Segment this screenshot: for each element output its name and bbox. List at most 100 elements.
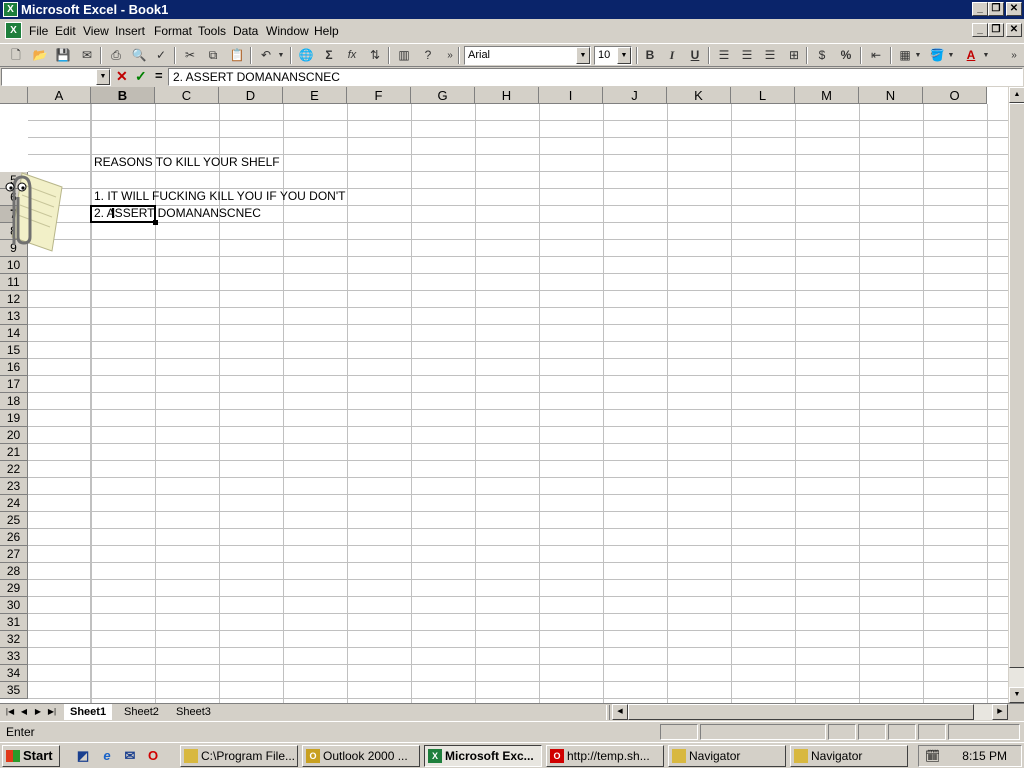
column-header-d[interactable]: D xyxy=(219,87,283,104)
scroll-right-icon[interactable]: ▶ xyxy=(992,704,1008,720)
row-header-11[interactable]: 11 xyxy=(0,274,28,291)
menu-insert[interactable]: Insert xyxy=(115,24,145,38)
decrease-indent-icon[interactable]: ⇤ xyxy=(866,46,886,65)
align-right-icon[interactable]: ☰ xyxy=(760,46,780,65)
doc-close-button[interactable]: ✕ xyxy=(1006,23,1022,37)
row-header-12[interactable]: 12 xyxy=(0,291,28,308)
outlook-express-icon[interactable]: ✉ xyxy=(121,747,139,765)
scroll-down-icon[interactable]: ▼ xyxy=(1009,687,1024,703)
row-header-32[interactable]: 32 xyxy=(0,631,28,648)
column-header-n[interactable]: N xyxy=(859,87,923,104)
scroll-up-icon[interactable]: ▲ xyxy=(1009,87,1024,103)
row-header-35[interactable]: 35 xyxy=(0,682,28,699)
merge-center-icon[interactable]: ⊞ xyxy=(784,46,804,65)
minimize-button[interactable]: _ xyxy=(972,2,988,16)
column-header-h[interactable]: H xyxy=(475,87,539,104)
row-header-10[interactable]: 10 xyxy=(0,257,28,274)
last-sheet-icon[interactable]: ▶| xyxy=(45,705,59,719)
first-sheet-icon[interactable]: |◀ xyxy=(3,705,17,719)
vertical-scroll-thumb[interactable] xyxy=(1009,103,1024,668)
excel-app-icon[interactable]: X xyxy=(3,2,18,17)
edit-formula-button[interactable]: = xyxy=(155,68,163,83)
row-header-13[interactable]: 13 xyxy=(0,308,28,325)
row-header-18[interactable]: 18 xyxy=(0,393,28,410)
task-navigator-1[interactable]: Navigator xyxy=(668,745,786,767)
row-header-33[interactable]: 33 xyxy=(0,648,28,665)
sheet-tab-sheet1[interactable]: Sheet1 xyxy=(64,704,113,720)
row-header-19[interactable]: 19 xyxy=(0,410,28,427)
new-icon[interactable]: 🗋 xyxy=(6,46,26,65)
sheet-tab-sheet2[interactable]: Sheet2 xyxy=(118,704,165,720)
column-header-e[interactable]: E xyxy=(283,87,347,104)
column-header-c[interactable]: C xyxy=(155,87,219,104)
help-icon[interactable]: ? xyxy=(418,46,438,65)
font-size-combo[interactable]: 10 ▼ xyxy=(594,46,632,65)
spelling-icon[interactable]: ✓ xyxy=(151,46,171,65)
cancel-icon[interactable]: ✕ xyxy=(116,68,128,85)
next-sheet-icon[interactable]: ▶ xyxy=(31,705,45,719)
row-header-17[interactable]: 17 xyxy=(0,376,28,393)
open-icon[interactable]: 📂 xyxy=(30,46,50,65)
task-navigator-2[interactable]: Navigator xyxy=(790,745,908,767)
menu-format[interactable]: Format xyxy=(154,24,192,38)
office-assistant-clippy[interactable] xyxy=(0,171,66,253)
prev-sheet-icon[interactable]: ◀ xyxy=(17,705,31,719)
row-header-25[interactable]: 25 xyxy=(0,512,28,529)
cell-b4[interactable]: REASONS TO KILL YOUR SHELF xyxy=(91,154,280,171)
bold-button[interactable]: B xyxy=(640,46,660,65)
active-cell-cursor[interactable] xyxy=(90,205,158,225)
start-button[interactable]: Start xyxy=(2,745,60,767)
percent-style-button[interactable]: % xyxy=(836,46,856,65)
show-desktop-icon[interactable]: ◩ xyxy=(74,747,92,765)
more-buttons-icon[interactable]: » xyxy=(1004,46,1024,65)
row-header-22[interactable]: 22 xyxy=(0,461,28,478)
row-header-28[interactable]: 28 xyxy=(0,563,28,580)
paste-function-icon[interactable]: fx xyxy=(342,46,362,65)
column-header-m[interactable]: M xyxy=(795,87,859,104)
row-header-20[interactable]: 20 xyxy=(0,427,28,444)
save-icon[interactable]: 💾 xyxy=(53,46,73,65)
workbook-icon[interactable]: X xyxy=(5,22,22,39)
more-buttons-icon[interactable]: » xyxy=(440,46,460,65)
row-header-15[interactable]: 15 xyxy=(0,342,28,359)
menu-window[interactable]: Window xyxy=(266,24,309,38)
chevron-down-icon[interactable]: ▼ xyxy=(576,47,590,64)
internet-explorer-icon[interactable]: e xyxy=(98,747,116,765)
row-header-16[interactable]: 16 xyxy=(0,359,28,376)
horizontal-scroll-thumb[interactable] xyxy=(628,704,974,720)
undo-icon[interactable]: ↶ xyxy=(256,46,276,65)
row-header-26[interactable]: 26 xyxy=(0,529,28,546)
row-header-21[interactable]: 21 xyxy=(0,444,28,461)
menu-data[interactable]: Data xyxy=(233,24,258,38)
row-header-31[interactable]: 31 xyxy=(0,614,28,631)
align-left-icon[interactable]: ☰ xyxy=(714,46,734,65)
chevron-down-icon[interactable]: ▼ xyxy=(617,47,631,64)
enter-check-icon[interactable]: ✓ xyxy=(135,68,147,85)
column-header-b[interactable]: B xyxy=(91,87,155,104)
chart-wizard-icon[interactable]: ▥ xyxy=(394,46,414,65)
cell-b6[interactable]: 1. IT WILL FUCKING KILL YOU IF YOU DON'T xyxy=(91,188,345,205)
select-all-corner[interactable] xyxy=(0,87,28,104)
italic-button[interactable]: I xyxy=(662,46,682,65)
column-header-j[interactable]: J xyxy=(603,87,667,104)
menu-help[interactable]: Help xyxy=(314,24,339,38)
menu-edit[interactable]: Edit xyxy=(55,24,76,38)
tab-split-handle[interactable] xyxy=(606,705,610,720)
sort-ascending-icon[interactable]: ⇅ xyxy=(365,46,385,65)
borders-dropdown-icon[interactable]: ▼ xyxy=(913,46,923,65)
row-header-14[interactable]: 14 xyxy=(0,325,28,342)
close-button[interactable]: ✕ xyxy=(1006,2,1022,16)
menu-view[interactable]: View xyxy=(83,24,109,38)
fill-dropdown-icon[interactable]: ▼ xyxy=(946,46,956,65)
vertical-scrollbar[interactable]: ▲ ▼ xyxy=(1008,87,1024,703)
column-header-i[interactable]: I xyxy=(539,87,603,104)
task-opera[interactable]: O http://temp.sh... xyxy=(546,745,664,767)
row-header-27[interactable]: 27 xyxy=(0,546,28,563)
opera-icon[interactable]: O xyxy=(144,747,162,765)
formula-input[interactable]: 2. ASSERT DOMANANSCNEC xyxy=(168,68,1023,86)
print-icon[interactable]: ⎙ xyxy=(106,46,126,65)
fill-handle[interactable] xyxy=(153,220,158,225)
menu-tools[interactable]: Tools xyxy=(198,24,226,38)
column-header-g[interactable]: G xyxy=(411,87,475,104)
clock[interactable]: 8:15 PM xyxy=(962,749,1007,763)
